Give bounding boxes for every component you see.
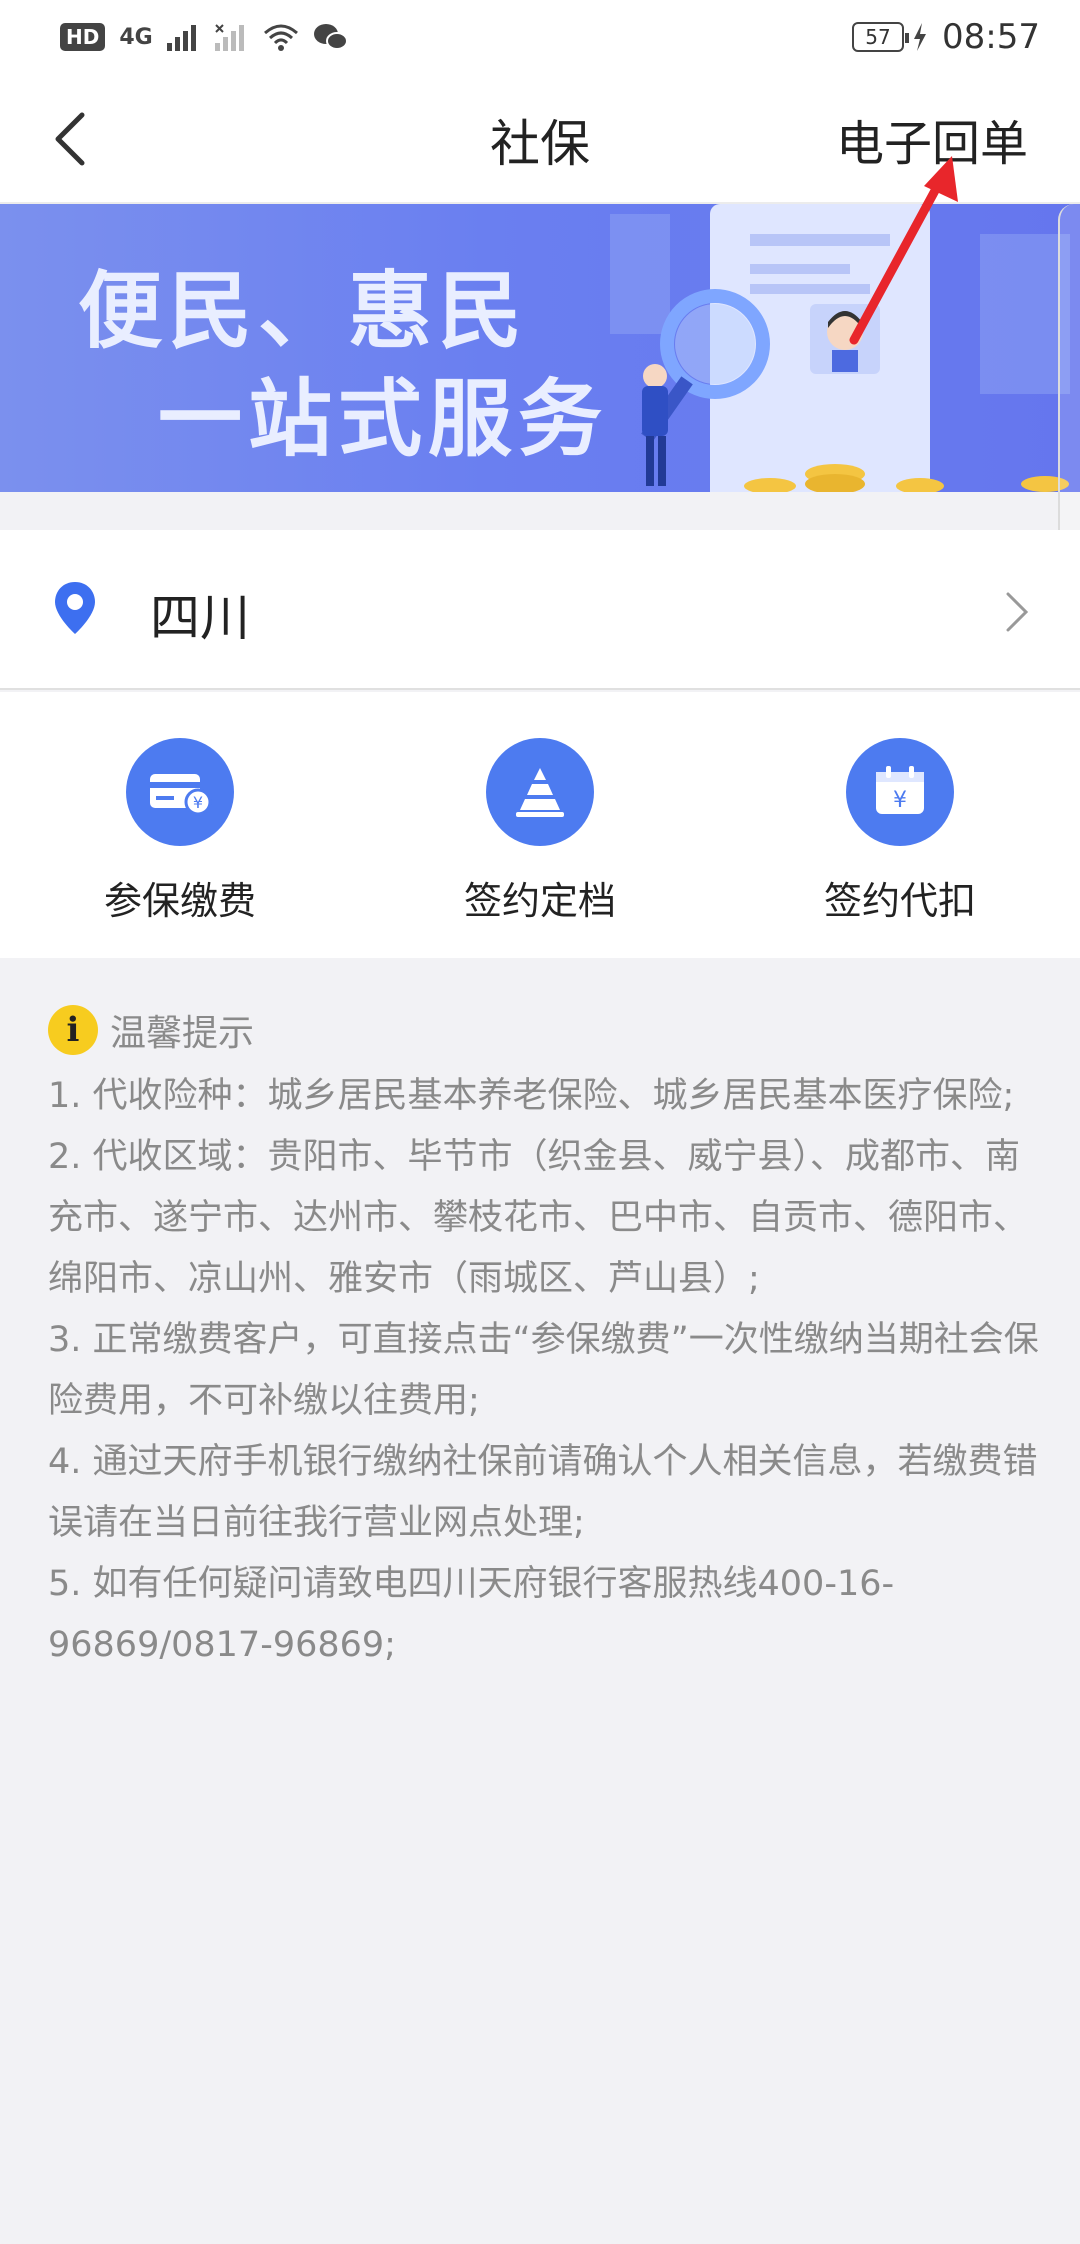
svg-text:¥: ¥ [893, 788, 907, 813]
service-insurance-payment[interactable]: ¥ 参保缴费 [50, 738, 310, 925]
service-label: 签约定档 [463, 879, 616, 923]
location-label: 四川 [150, 589, 250, 647]
annotation-arrow [849, 156, 958, 345]
status-right: 57 08:57 [852, 17, 1040, 57]
clock: 08:57 [942, 17, 1040, 57]
calendar-yen-icon: ¥ [846, 738, 954, 846]
signal-no-service-icon [214, 24, 244, 51]
cone-tier-icon [486, 738, 594, 846]
signal-icon [166, 25, 196, 51]
service-sign-tier[interactable]: 签约定档 [410, 738, 670, 925]
location-pin-icon [55, 582, 95, 634]
tips-list: 1. 代收险种：城乡居民基本养老保险、城乡居民基本医疗保险; 2. 代收区域：贵… [48, 1066, 1048, 1676]
charging-icon [914, 23, 927, 51]
tip-item: 5. 如有任何疑问请致电四川天府银行客服热线400-16-96869/0817-… [48, 1564, 895, 1665]
battery-icon: 57 [852, 22, 910, 52]
status-bar: HD 4G 57 08:57 [0, 0, 1080, 74]
tip-item: 3. 正常缴费客户，可直接点击“参保缴费”一次性缴纳当期社会保险费用，不可补缴以… [48, 1320, 1039, 1421]
card-payment-icon: ¥ [126, 738, 234, 846]
tips-section: i 温馨提示 1. 代收险种：城乡居民基本养老保险、城乡居民基本医疗保险; 2.… [0, 960, 1080, 2244]
wechat-icon [313, 24, 348, 50]
svg-text:¥: ¥ [193, 793, 203, 812]
hd-indicator: HD [60, 23, 106, 51]
banner-subheadline: 一站式服务 [158, 370, 609, 468]
tip-item: 1. 代收险种：城乡居民基本养老保险、城乡居民基本医疗保险; [48, 1076, 1015, 1116]
banner-headline: 便民、惠民 [78, 262, 529, 360]
tip-item: 4. 通过天府手机银行缴纳社保前请确认个人相关信息，若缴费错误请在当日前往我行营… [48, 1442, 1038, 1543]
service-grid: ¥ 参保缴费 签约定档 ¥ 签约代扣 [0, 692, 1080, 958]
location-selector[interactable]: 四川 [0, 530, 1080, 690]
tips-title: 温馨提示 [110, 1013, 255, 1054]
wifi-icon [263, 24, 298, 51]
tip-item: 2. 代收区域：贵阳市、毕节市（织金县、威宁县）、成都市、南充市、遂宁市、达州市… [48, 1137, 1029, 1299]
network-indicator: 4G [119, 24, 153, 50]
tips-header: i 温馨提示 [48, 1004, 254, 1056]
status-left: HD 4G [60, 22, 349, 52]
chevron-right-icon [1006, 592, 1029, 632]
service-sign-autodebit[interactable]: ¥ 签约代扣 [770, 738, 1030, 925]
info-icon: i [48, 1005, 98, 1055]
service-label: 签约代扣 [823, 879, 976, 923]
service-label: 参保缴费 [103, 879, 256, 923]
